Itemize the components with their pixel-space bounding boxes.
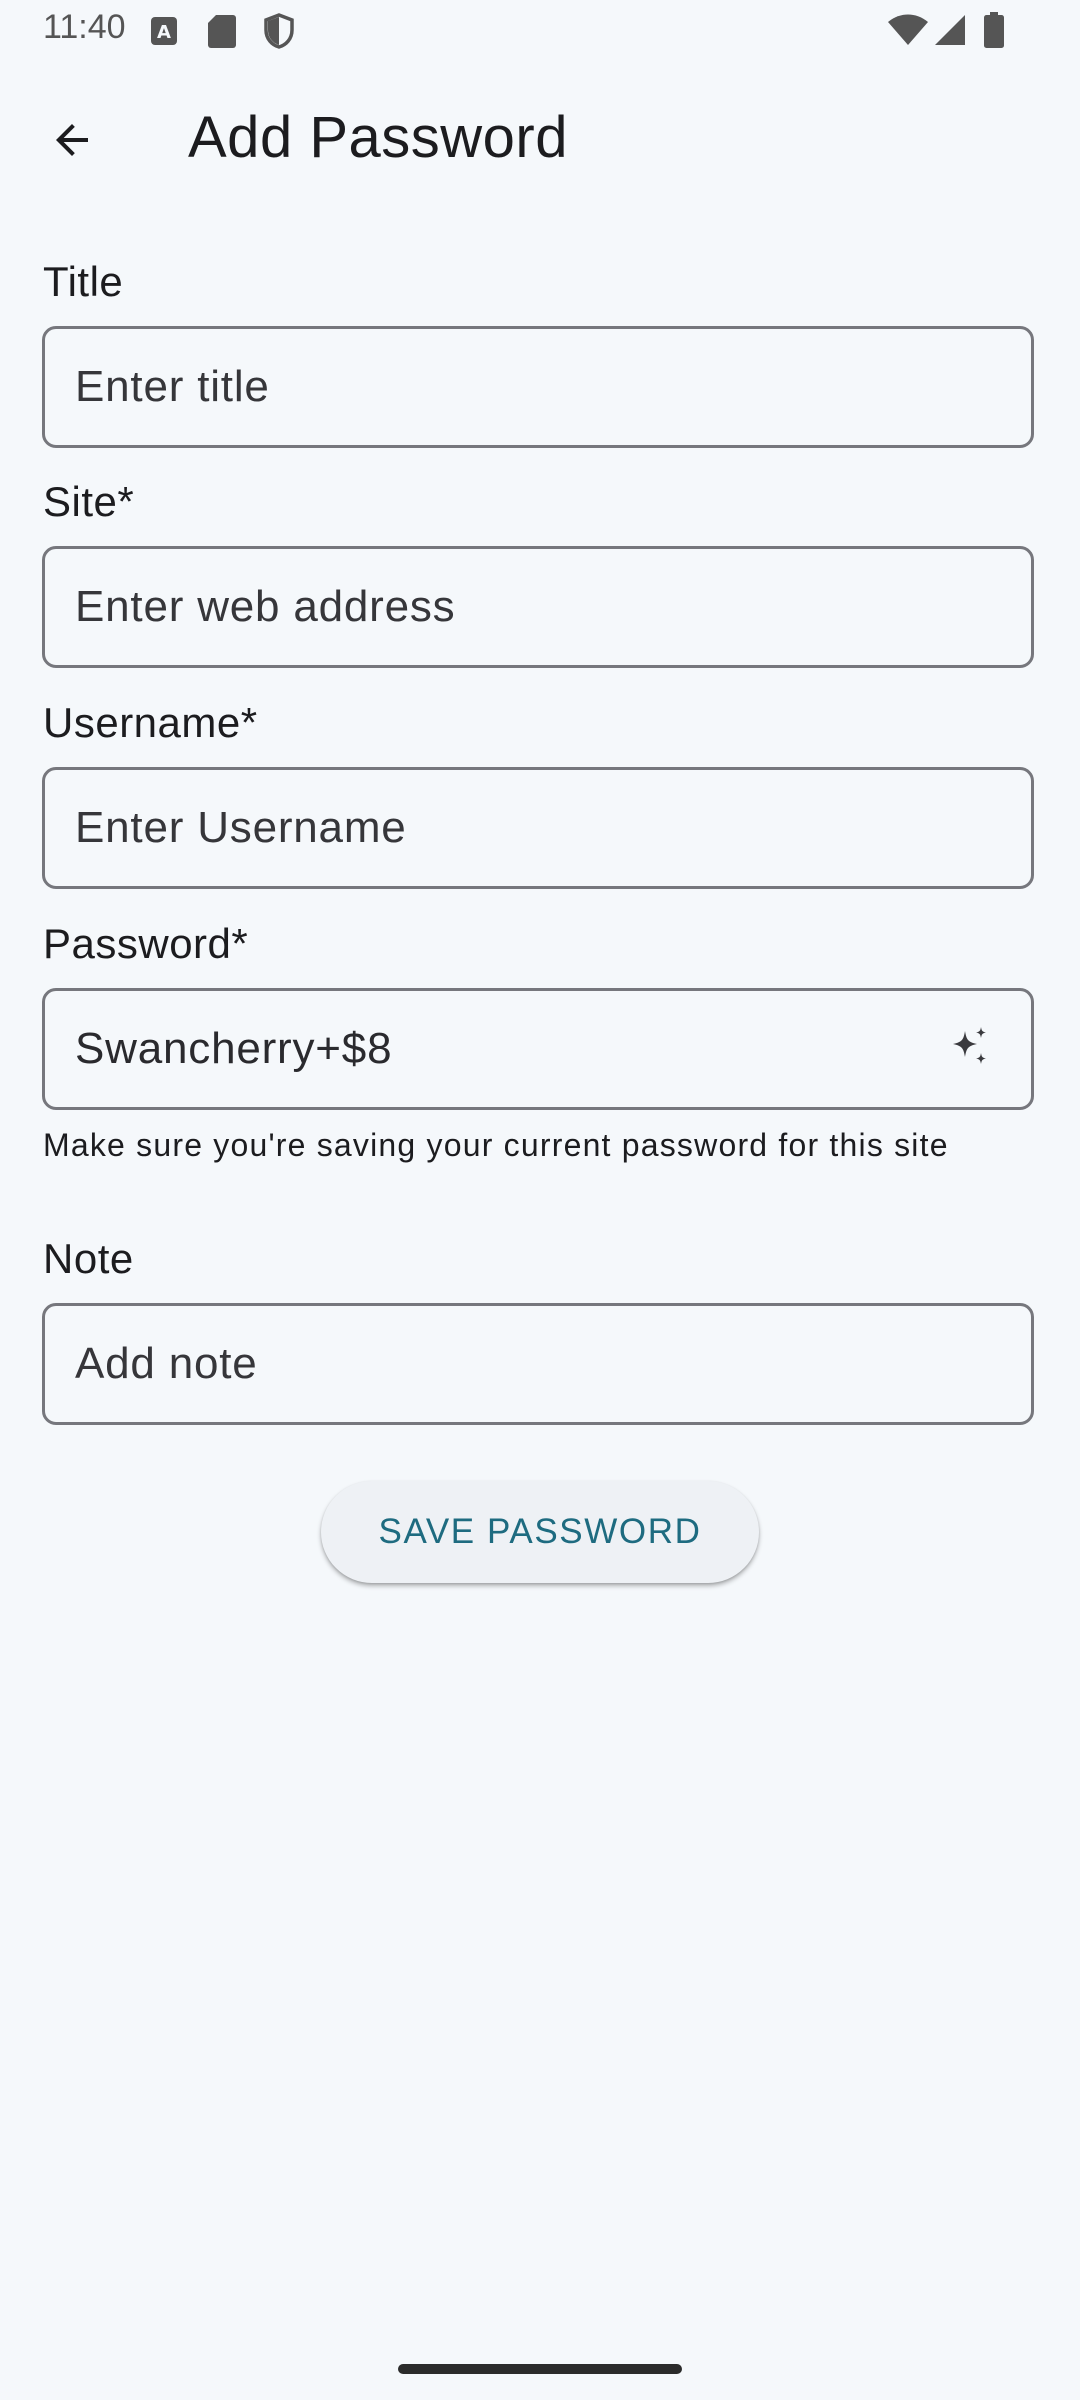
username-label: Username* bbox=[43, 699, 258, 746]
battery-icon bbox=[984, 12, 1004, 53]
title-input[interactable]: Enter title bbox=[42, 326, 1034, 448]
a11y-icon: A bbox=[150, 16, 178, 51]
arrow-left-icon bbox=[48, 116, 96, 169]
sd-card-icon bbox=[208, 14, 236, 53]
title-placeholder: Enter title bbox=[75, 362, 270, 411]
status-bar: 11:40 A bbox=[0, 0, 1080, 62]
shield-icon bbox=[264, 13, 294, 54]
username-placeholder: Enter Username bbox=[75, 803, 407, 852]
password-label: Password* bbox=[43, 920, 249, 967]
site-label: Site* bbox=[43, 478, 135, 525]
status-time: 11:40 bbox=[43, 8, 126, 46]
note-input[interactable]: Add note bbox=[42, 1303, 1034, 1425]
app-bar: Add Password bbox=[0, 62, 1080, 212]
svg-text:A: A bbox=[157, 22, 171, 43]
page-title: Add Password bbox=[188, 105, 568, 170]
signal-icon bbox=[934, 14, 966, 51]
note-label: Note bbox=[43, 1235, 134, 1282]
note-placeholder: Add note bbox=[75, 1339, 258, 1388]
sparkle-icon bbox=[945, 1023, 993, 1076]
save-password-button[interactable]: SAVE PASSWORD bbox=[321, 1481, 759, 1583]
back-button[interactable] bbox=[32, 102, 112, 182]
title-label: Title bbox=[43, 258, 124, 305]
home-indicator[interactable] bbox=[398, 2364, 682, 2374]
password-input[interactable]: Swancherry+$8 bbox=[42, 988, 1034, 1110]
wifi-icon bbox=[888, 14, 928, 51]
password-helper-text: Make sure you're saving your current pas… bbox=[43, 1127, 949, 1163]
site-input[interactable]: Enter web address bbox=[42, 546, 1034, 668]
generate-password-button[interactable] bbox=[941, 1021, 997, 1077]
username-input[interactable]: Enter Username bbox=[42, 767, 1034, 889]
site-placeholder: Enter web address bbox=[75, 582, 456, 631]
password-value: Swancherry+$8 bbox=[75, 1024, 393, 1073]
